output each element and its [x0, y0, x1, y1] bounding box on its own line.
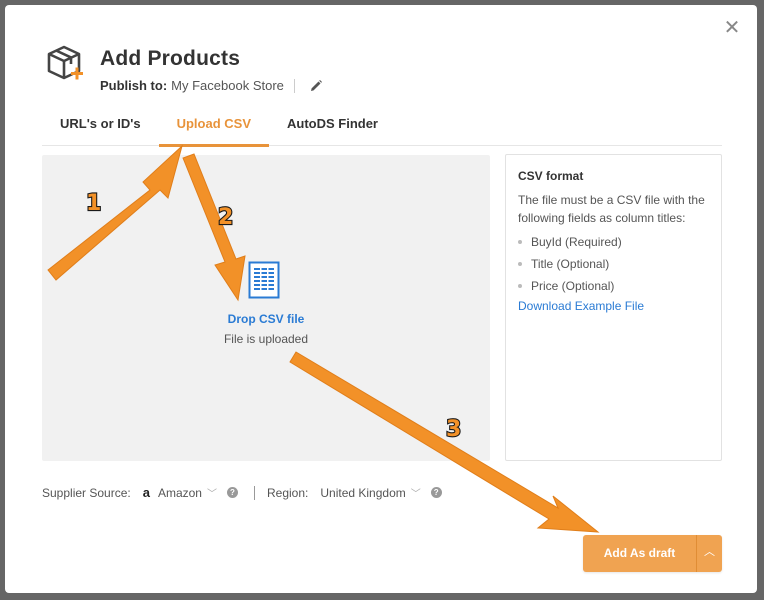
csv-field-list: BuyId (Required) Title (Optional) Price …	[518, 231, 709, 297]
list-item: BuyId (Required)	[518, 231, 709, 253]
field-label: Title (Optional)	[531, 257, 610, 271]
drop-csv-link[interactable]: Drop CSV file	[42, 312, 490, 326]
tab-autods-finder[interactable]: AutoDS Finder	[269, 108, 396, 146]
edit-pencil-icon[interactable]	[309, 79, 323, 93]
csv-format-title: CSV format	[518, 169, 584, 183]
field-label: Price (Optional)	[531, 279, 615, 293]
upload-status: File is uploaded	[223, 332, 309, 346]
add-as-draft-button-group: Add As draft ︿	[583, 535, 722, 572]
divider	[253, 485, 255, 500]
region-label: Region:	[266, 485, 309, 500]
list-item: Title (Optional)	[518, 253, 709, 275]
help-icon[interactable]: ?	[226, 487, 238, 498]
download-example-link[interactable]: Download Example File	[518, 299, 644, 313]
supplier-label: Supplier Source:	[42, 485, 131, 500]
csv-file-icon	[248, 261, 280, 299]
publish-row: Publish to: My Facebook Store	[100, 78, 323, 93]
region-dropdown[interactable]: United Kingdom	[320, 486, 405, 500]
dialog-header: Add Products Publish to: My Facebook Sto…	[45, 43, 323, 93]
add-as-draft-button[interactable]: Add As draft	[583, 535, 696, 572]
bullet	[518, 240, 522, 244]
field-label: BuyId (Required)	[531, 235, 622, 249]
csv-dropzone[interactable]: Drop CSV file File is uploaded	[42, 155, 490, 461]
tab-upload-csv[interactable]: Upload CSV	[158, 108, 270, 147]
csv-format-panel: CSV format The file must be a CSV file w…	[505, 154, 722, 461]
chevron-down-icon[interactable]: ﹀	[411, 485, 421, 500]
publish-label: Publish to:	[100, 78, 168, 93]
dialog-title: Add Products	[100, 47, 241, 70]
bullet	[518, 262, 522, 266]
chevron-up-icon[interactable]: ︿	[696, 535, 722, 572]
add-products-dialog: ✕ Add Products Publish to: My Facebook S…	[5, 5, 757, 593]
divider	[293, 78, 295, 93]
tab-urls-ids[interactable]: URL's or ID's	[42, 108, 159, 146]
chevron-down-icon[interactable]: ﹀	[207, 485, 217, 500]
store-name: My Facebook Store	[171, 78, 284, 93]
csv-format-description: The file must be a CSV file with the fol…	[518, 193, 705, 225]
source-settings: Supplier Source: a Amazon ﹀ ? Region: Un…	[42, 485, 442, 500]
package-add-icon	[45, 43, 85, 83]
amazon-icon: a	[142, 485, 150, 500]
help-icon[interactable]: ?	[430, 487, 442, 498]
close-icon[interactable]: ✕	[723, 18, 741, 38]
list-item: Price (Optional)	[518, 275, 709, 297]
supplier-dropdown[interactable]: Amazon	[158, 486, 202, 500]
bullet	[518, 284, 522, 288]
tab-bar: URL's or ID's Upload CSV AutoDS Finder	[42, 108, 722, 147]
